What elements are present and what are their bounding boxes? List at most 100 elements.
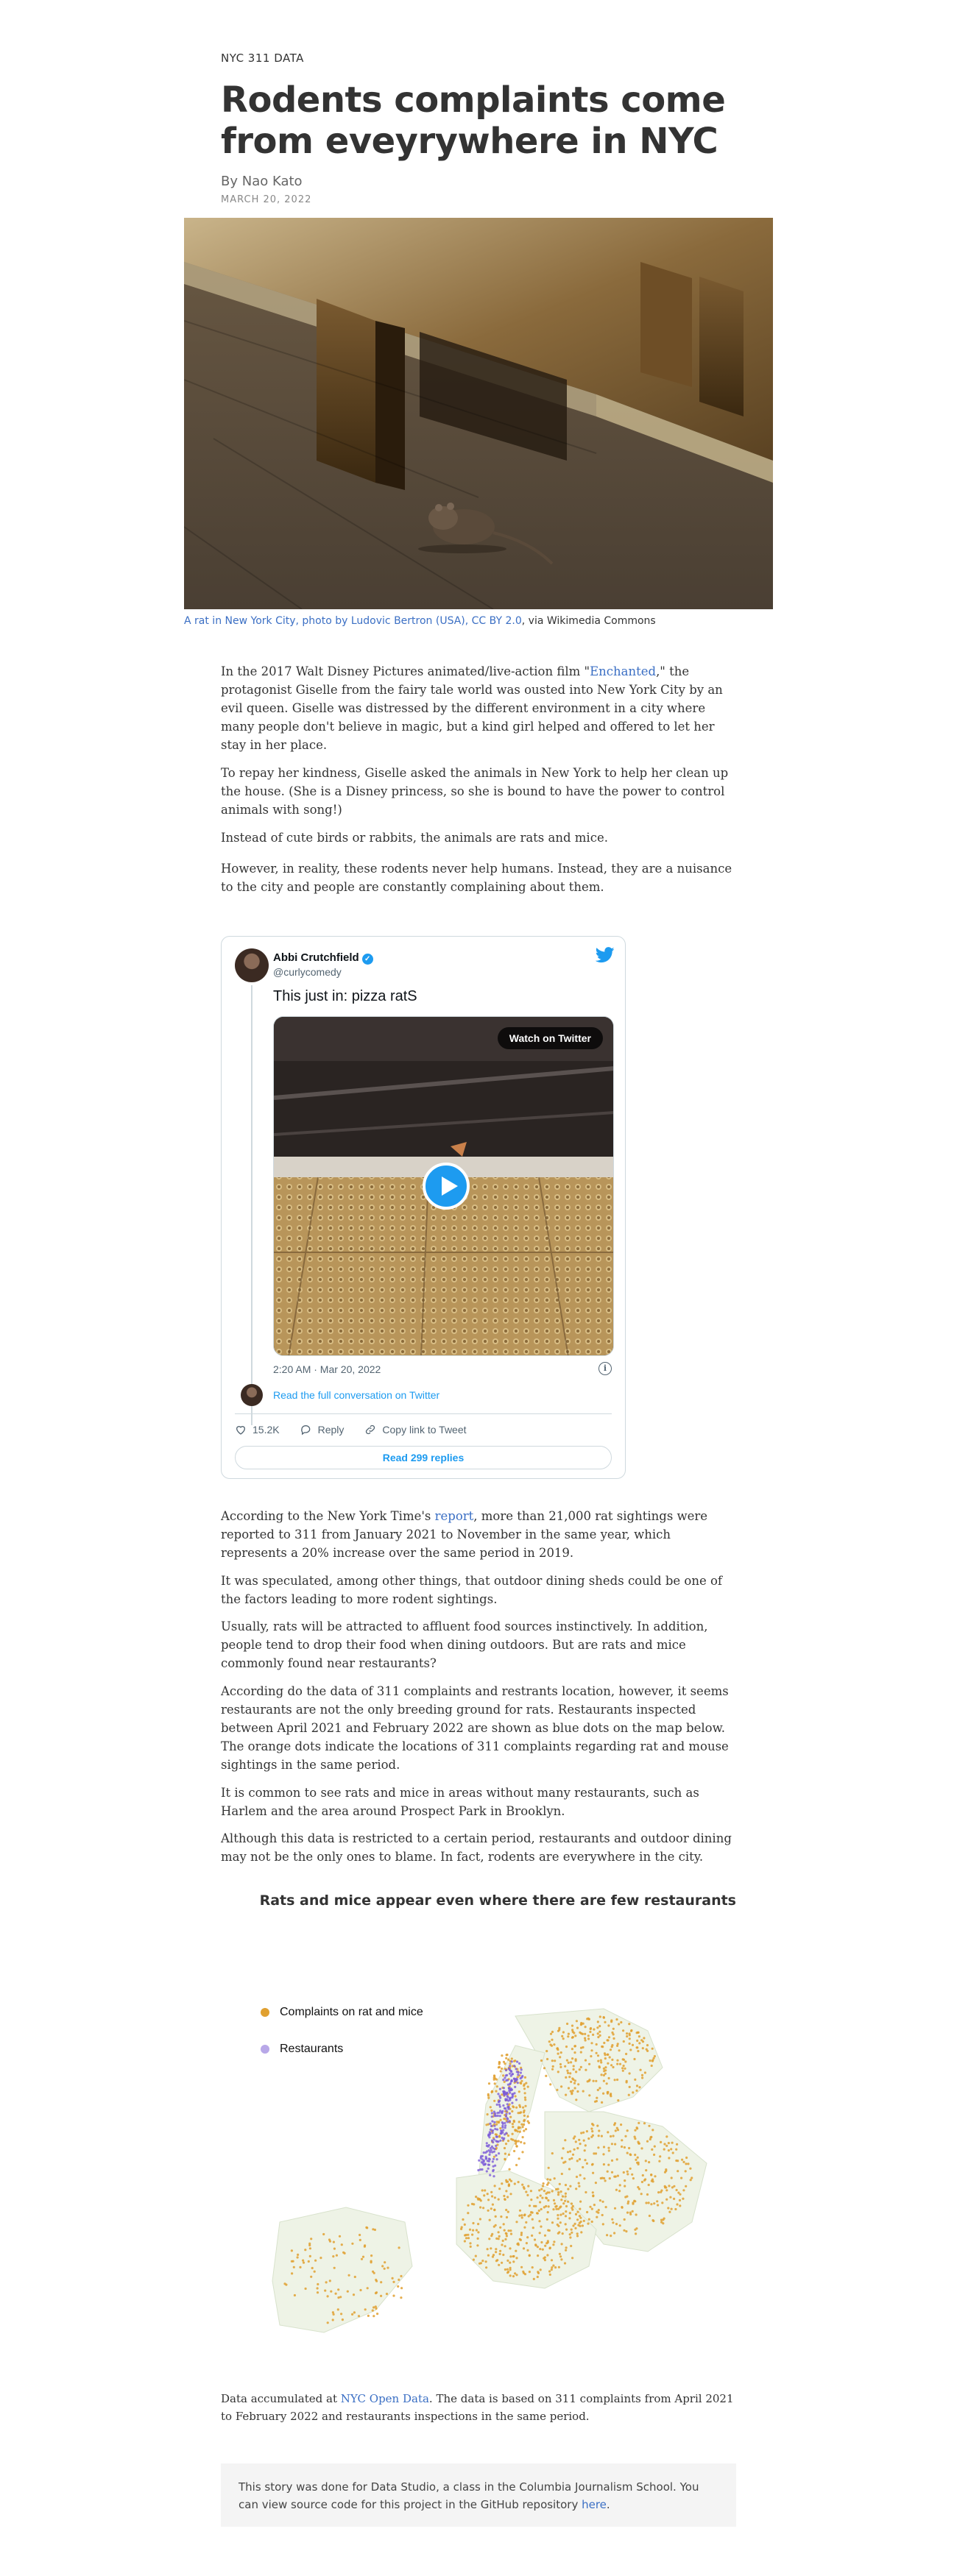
complaint-dot <box>630 2029 633 2032</box>
complaint-dot <box>585 2162 588 2165</box>
complaint-dot <box>353 2275 356 2279</box>
complaint-dot <box>627 2093 630 2096</box>
tweet-timestamp[interactable]: 2:20 AM · Mar 20, 2022 <box>273 1363 381 1375</box>
complaint-dot <box>566 2069 569 2072</box>
play-button-icon[interactable] <box>423 1163 470 1210</box>
complaint-dot <box>502 2074 505 2077</box>
restaurant-dot <box>504 2126 506 2129</box>
complaint-dot <box>564 2195 567 2198</box>
complaint-dot <box>571 2207 573 2210</box>
author-avatar[interactable] <box>235 948 269 982</box>
intro-paragraph-1: In the 2017 Walt Disney Pictures animate… <box>221 662 736 754</box>
nyt-report-link[interactable]: report <box>435 1509 474 1523</box>
complaint-dot <box>618 2184 621 2187</box>
complaint-dot <box>551 2065 554 2068</box>
info-icon[interactable]: i <box>598 1362 612 1375</box>
complaint-dot <box>557 2052 559 2055</box>
restaurant-dot <box>520 2076 523 2079</box>
complaint-dot <box>331 2318 334 2321</box>
complaint-dot <box>638 2086 641 2089</box>
complaint-dot <box>583 2149 586 2152</box>
complaint-dot <box>384 2261 386 2264</box>
nyc-open-data-link[interactable]: NYC Open Data <box>341 2392 429 2405</box>
complaint-dot <box>667 2149 671 2152</box>
complaint-dot <box>546 2254 549 2257</box>
section-kicker: NYC 311 DATA <box>221 52 304 65</box>
complaint-dot <box>532 2277 535 2280</box>
complaint-dot <box>559 2056 562 2059</box>
complaint-dot <box>592 2123 595 2126</box>
restaurant-dot <box>513 2092 516 2095</box>
footer-text-b: . <box>606 2498 610 2511</box>
reply-action[interactable]: Reply <box>300 1424 344 1436</box>
complaint-dot <box>593 2028 596 2031</box>
complaint-dot <box>632 2202 635 2205</box>
complaint-dot <box>632 2177 635 2180</box>
complaint-dot <box>507 2058 510 2061</box>
byline: By Nao Kato <box>221 174 303 189</box>
complaint-dot <box>557 2232 559 2235</box>
restaurant-dot <box>490 2115 493 2118</box>
complaint-dot <box>476 2237 479 2240</box>
complaint-dot <box>311 2266 314 2270</box>
complaint-dot <box>506 2259 509 2262</box>
twitter-bird-icon[interactable] <box>596 947 615 963</box>
complaint-dot <box>380 2294 383 2297</box>
complaint-dot <box>331 2311 334 2314</box>
read-replies-button[interactable]: Read 299 replies <box>235 1446 612 1469</box>
complaint-dot <box>499 2249 502 2252</box>
complaint-dot <box>520 2216 523 2219</box>
complaint-dot <box>330 2290 333 2293</box>
complaint-dot <box>553 2043 556 2046</box>
embedded-tweet[interactable]: Abbi Crutchfield ✓ @curlycomedy This just… <box>221 936 626 1479</box>
complaint-dot <box>567 2087 571 2090</box>
complaint-dot <box>328 2279 331 2282</box>
complaint-dot <box>515 2106 518 2109</box>
complaint-dot <box>534 2243 537 2246</box>
complaint-dot <box>636 2039 639 2043</box>
complaint-dot <box>659 2155 662 2158</box>
restaurant-dot <box>520 2068 523 2071</box>
complaint-dot <box>678 2199 682 2201</box>
complaint-dot <box>578 2158 582 2161</box>
complaint-dot <box>602 2016 605 2019</box>
complaint-dot <box>555 2188 558 2191</box>
complaint-dot <box>579 2051 582 2054</box>
complaint-dot <box>584 2059 587 2062</box>
complaint-dot <box>548 2273 551 2276</box>
complaint-dot <box>675 2188 678 2192</box>
complaint-dot <box>581 2032 584 2035</box>
complaint-dot <box>548 2247 551 2250</box>
complaint-dot <box>579 2143 582 2146</box>
photo-credit-link[interactable]: A rat in New York City, photo by Ludovic… <box>184 615 522 627</box>
complaint-dot <box>495 2085 498 2088</box>
like-action[interactable]: 15.2K <box>235 1424 280 1436</box>
enchanted-link[interactable]: Enchanted <box>590 664 656 678</box>
read-conversation-link[interactable]: Read the full conversation on Twitter <box>273 1389 439 1401</box>
complaint-dot <box>576 2232 579 2235</box>
complaint-dot <box>587 2034 590 2037</box>
restaurant-dot <box>509 2091 512 2094</box>
complaint-dot <box>375 2279 378 2282</box>
copy-link-action[interactable]: Copy link to Tweet <box>364 1424 467 1436</box>
complaint-dot <box>385 2293 389 2296</box>
complaint-dot <box>601 2223 604 2226</box>
complaint-dot <box>596 2054 600 2057</box>
complaint-dot <box>606 2234 609 2237</box>
restaurant-dot <box>510 2079 513 2082</box>
intro-paragraph-4: However, in reality, these rodents never… <box>221 862 732 894</box>
complaint-dot <box>602 2153 605 2156</box>
github-repo-link[interactable]: here <box>582 2498 607 2511</box>
tweet-video[interactable]: Watch on Twitter <box>273 1016 614 1356</box>
restaurant-dot <box>479 2168 482 2171</box>
complaint-dot <box>549 2083 552 2086</box>
author-handle[interactable]: @curlycomedy <box>273 966 342 978</box>
complaint-dot <box>571 2036 573 2039</box>
complaint-dot <box>501 2243 504 2246</box>
author-name[interactable]: Abbi Crutchfield ✓ <box>273 951 373 965</box>
complaint-dot <box>606 2039 609 2042</box>
watch-on-twitter-button[interactable]: Watch on Twitter <box>497 1027 603 1049</box>
complaint-dot <box>469 2242 472 2245</box>
complaint-dot <box>616 2078 619 2082</box>
complaint-dot <box>359 2288 362 2292</box>
